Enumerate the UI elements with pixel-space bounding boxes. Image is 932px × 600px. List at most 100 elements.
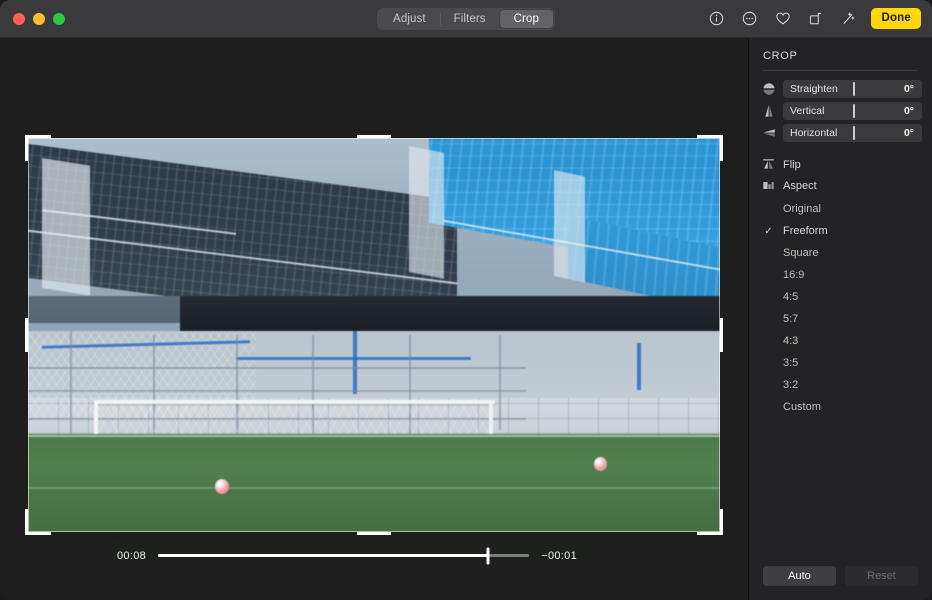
sidebar-spacer xyxy=(749,418,932,566)
photo-canvas[interactable]: 00:08 −00:01 xyxy=(0,38,748,600)
tab-filters[interactable]: Filters xyxy=(440,10,500,28)
aspect-option-label: Freeform xyxy=(776,225,828,237)
aspect-option-label: 4:3 xyxy=(776,335,798,347)
straighten-icon xyxy=(761,82,776,97)
stairwell-mid xyxy=(409,146,444,279)
more-options-icon[interactable] xyxy=(739,8,760,29)
stairwell-right xyxy=(554,170,585,283)
horizontal-value: 0° xyxy=(904,127,922,139)
flip-icon xyxy=(761,157,776,172)
straighten-row[interactable]: Straighten 0° xyxy=(761,80,922,98)
reset-button[interactable]: Reset xyxy=(845,566,918,586)
video-scrubber[interactable]: 00:08 −00:01 xyxy=(104,541,590,570)
flip-row[interactable]: Flip xyxy=(761,154,922,175)
aspect-option-label: Original xyxy=(776,203,821,215)
horizontal-row[interactable]: Horizontal 0° xyxy=(761,124,922,142)
pitch-line-lower xyxy=(28,487,720,489)
horizontal-slider[interactable]: Horizontal 0° xyxy=(783,124,922,142)
zoom-button[interactable] xyxy=(53,13,65,25)
vertical-knob[interactable] xyxy=(853,104,855,118)
aspect-option-label: 5:7 xyxy=(776,313,798,325)
auto-enhance-wand-icon[interactable] xyxy=(838,8,859,29)
pitch-line-upper xyxy=(28,435,720,437)
concourse-left xyxy=(28,296,194,324)
close-button[interactable] xyxy=(13,13,25,25)
edit-mode-tabs: Adjust Filters Crop xyxy=(377,8,555,30)
minimize-button[interactable] xyxy=(33,13,45,25)
blue-post-2 xyxy=(637,343,641,390)
sidebar-footer: Auto Reset xyxy=(749,566,932,600)
blue-post-1 xyxy=(353,331,357,394)
stairwell-left xyxy=(42,158,90,296)
crop-sidebar: CROP Straighten 0° xyxy=(748,38,932,600)
crop-region[interactable] xyxy=(28,138,720,532)
crop-tools: Flip Aspect xyxy=(749,146,932,196)
aspect-label: Aspect xyxy=(783,180,817,192)
horizontal-label: Horizontal xyxy=(783,127,837,139)
vertical-row[interactable]: Vertical 0° xyxy=(761,102,922,120)
title-bar: Adjust Filters Crop xyxy=(0,0,932,38)
tab-crop[interactable]: Crop xyxy=(500,10,553,28)
aspect-option-label: Square xyxy=(776,247,818,259)
crop-handle-bottom-left[interactable] xyxy=(25,532,51,535)
straighten-label: Straighten xyxy=(783,83,838,95)
aspect-option-3-2[interactable]: 3:2 xyxy=(749,374,932,396)
scaffold-rail-2 xyxy=(28,390,526,392)
flip-label: Flip xyxy=(783,159,801,171)
auto-button[interactable]: Auto xyxy=(763,566,836,586)
rotate-icon[interactable] xyxy=(805,8,826,29)
aspect-option-4-5[interactable]: 4:5 xyxy=(749,286,932,308)
aspect-option-3-5[interactable]: 3:5 xyxy=(749,352,932,374)
window-traffic-lights xyxy=(0,13,65,25)
photo-preview xyxy=(28,138,720,532)
scaffold-post-6 xyxy=(499,335,501,430)
aspect-option-square[interactable]: Square xyxy=(749,242,932,264)
horizontal-perspective-icon xyxy=(761,126,776,141)
editor-body: 00:08 −00:01 CROP xyxy=(0,38,932,600)
aspect-icon xyxy=(761,178,776,193)
aspect-option-freeform[interactable]: ✓ Freeform xyxy=(749,220,932,242)
aspect-option-label: 3:2 xyxy=(776,379,798,391)
info-icon[interactable] xyxy=(706,8,727,29)
crop-handle-bottom-edge[interactable] xyxy=(357,532,391,535)
aspect-checkmark-icon: ✓ xyxy=(761,226,776,237)
aspect-option-16-9[interactable]: 16:9 xyxy=(749,264,932,286)
adjustment-sliders: Straighten 0° Vertical xyxy=(749,80,932,146)
aspect-option-label: Custom xyxy=(776,401,821,413)
aspect-option-label: 3:5 xyxy=(776,357,798,369)
straighten-knob[interactable] xyxy=(853,82,855,96)
vertical-perspective-icon xyxy=(761,104,776,119)
goal-crossbar xyxy=(94,400,495,404)
pitch-grass xyxy=(28,434,720,533)
crop-handle-bottom-right[interactable] xyxy=(697,532,723,535)
crop-handle-top-right[interactable] xyxy=(720,135,723,161)
elapsed-time: 00:08 xyxy=(117,550,146,562)
aspect-option-original[interactable]: Original xyxy=(749,198,932,220)
crop-handle-right-edge[interactable] xyxy=(720,318,723,352)
aspect-row[interactable]: Aspect xyxy=(761,175,922,196)
crop-handle-bottom-right[interactable] xyxy=(720,509,723,535)
scrubber-track[interactable] xyxy=(158,554,529,557)
sidebar-divider xyxy=(763,70,918,71)
horizontal-knob[interactable] xyxy=(853,126,855,140)
straighten-slider[interactable]: Straighten 0° xyxy=(783,80,922,98)
aspect-option-4-3[interactable]: 4:3 xyxy=(749,330,932,352)
scrubber-playhead[interactable] xyxy=(487,547,490,564)
aspect-option-label: 16:9 xyxy=(776,269,804,281)
tab-adjust[interactable]: Adjust xyxy=(379,10,440,28)
vertical-label: Vertical xyxy=(783,105,824,117)
scaffold-rail-1 xyxy=(28,367,526,369)
vertical-slider[interactable]: Vertical 0° xyxy=(783,102,922,120)
remaining-time: −00:01 xyxy=(541,550,577,562)
scaffold-post-1 xyxy=(70,331,72,441)
aspect-option-label: 4:5 xyxy=(776,291,798,303)
concourse-dark-band xyxy=(180,296,720,331)
aspect-option-custom[interactable]: Custom xyxy=(749,396,932,418)
done-button[interactable]: Done xyxy=(871,8,921,29)
aspect-option-5-7[interactable]: 5:7 xyxy=(749,308,932,330)
vertical-value: 0° xyxy=(904,105,922,117)
scrubber-progress xyxy=(158,554,488,557)
sidebar-title: CROP xyxy=(749,38,932,70)
favorite-heart-icon[interactable] xyxy=(772,8,793,29)
toolbar-actions: Done xyxy=(706,8,932,29)
